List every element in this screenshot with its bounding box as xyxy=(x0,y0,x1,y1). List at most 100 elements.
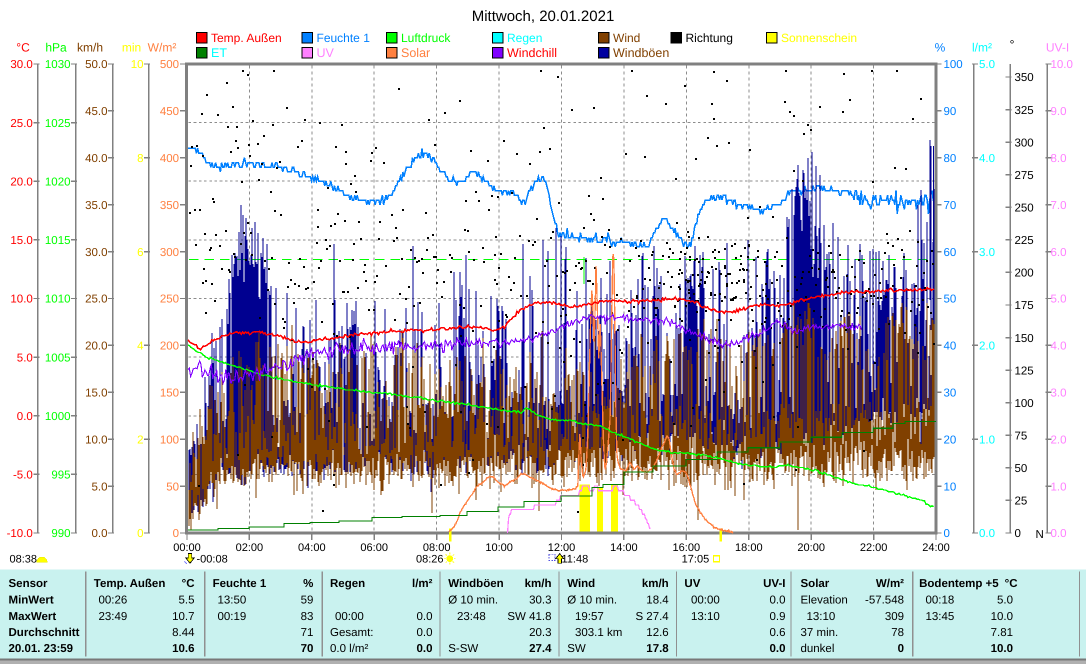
svg-text:Solar: Solar xyxy=(801,578,830,590)
svg-text:MinWert: MinWert xyxy=(9,595,54,607)
svg-text:20: 20 xyxy=(944,434,957,446)
svg-text:5.0: 5.0 xyxy=(979,59,995,71)
svg-text:Gesamt:: Gesamt: xyxy=(330,627,373,639)
svg-text:Richtung: Richtung xyxy=(686,31,733,45)
svg-text:10.6: 10.6 xyxy=(172,643,194,655)
svg-text:00:00: 00:00 xyxy=(335,611,364,623)
svg-text:13:10: 13:10 xyxy=(807,611,836,623)
svg-text:0: 0 xyxy=(944,528,950,540)
svg-text:30.3: 30.3 xyxy=(529,595,551,607)
svg-text:1025: 1025 xyxy=(45,118,71,130)
svg-text:MaxWert: MaxWert xyxy=(9,611,57,623)
svg-text:4.0: 4.0 xyxy=(1051,341,1067,353)
svg-text:18.4: 18.4 xyxy=(646,595,669,607)
svg-text:70: 70 xyxy=(944,200,957,212)
svg-text:18:00: 18:00 xyxy=(735,542,763,554)
svg-text:0.0: 0.0 xyxy=(417,643,433,655)
svg-text:23:48: 23:48 xyxy=(457,611,486,623)
svg-text:9.0: 9.0 xyxy=(1051,106,1067,118)
svg-text:Bodentemp +5: Bodentemp +5 xyxy=(919,578,999,590)
svg-text:5.0: 5.0 xyxy=(92,481,108,493)
svg-text:150: 150 xyxy=(1015,333,1034,345)
svg-text:13:50: 13:50 xyxy=(218,595,247,607)
svg-text:100: 100 xyxy=(160,434,179,446)
svg-text:Windböen: Windböen xyxy=(448,578,503,590)
svg-text:Feuchte 1: Feuchte 1 xyxy=(213,578,267,590)
svg-text:3.0: 3.0 xyxy=(979,247,995,259)
svg-text:0: 0 xyxy=(1015,528,1021,540)
svg-text:40: 40 xyxy=(944,341,957,353)
svg-text:08:26: 08:26 xyxy=(416,554,444,566)
svg-text:km/h: km/h xyxy=(525,578,552,590)
svg-text:hPa: hPa xyxy=(45,41,67,55)
svg-text:0: 0 xyxy=(137,528,143,540)
svg-text:275: 275 xyxy=(1015,170,1034,182)
svg-text:75: 75 xyxy=(1015,431,1028,443)
svg-text:0.0: 0.0 xyxy=(979,528,995,540)
svg-text:350: 350 xyxy=(160,200,179,212)
svg-text:Sonnenschein: Sonnenschein xyxy=(781,31,857,45)
svg-text:Wind: Wind xyxy=(613,31,640,45)
svg-text:25.0: 25.0 xyxy=(85,294,107,306)
svg-text:83: 83 xyxy=(301,611,314,623)
svg-text:20.0: 20.0 xyxy=(85,341,107,353)
svg-text:SW 41.8: SW 41.8 xyxy=(507,611,551,623)
svg-text:0.0: 0.0 xyxy=(417,611,433,623)
svg-text:1000: 1000 xyxy=(45,411,71,423)
svg-text:20.3: 20.3 xyxy=(529,627,551,639)
svg-text:2.0: 2.0 xyxy=(1051,434,1067,446)
svg-text:15.0: 15.0 xyxy=(10,235,32,247)
svg-text:Luftdruck: Luftdruck xyxy=(401,31,451,45)
svg-text:SW: SW xyxy=(567,643,586,655)
svg-text:Ø 10 min.: Ø 10 min. xyxy=(567,595,617,607)
svg-text:Wind: Wind xyxy=(567,578,595,590)
svg-text:100: 100 xyxy=(944,59,963,71)
svg-text:0.0: 0.0 xyxy=(17,411,33,423)
svg-text:50.0: 50.0 xyxy=(85,59,107,71)
svg-text:02:00: 02:00 xyxy=(236,542,264,554)
svg-text:400: 400 xyxy=(160,153,179,165)
svg-text:300: 300 xyxy=(160,247,179,259)
svg-text:0.0: 0.0 xyxy=(92,528,108,540)
svg-text:200: 200 xyxy=(1015,268,1034,280)
svg-text:2.0: 2.0 xyxy=(979,341,995,353)
svg-text:990: 990 xyxy=(51,528,70,540)
svg-text:Durchschnitt: Durchschnitt xyxy=(9,627,80,639)
svg-text:71: 71 xyxy=(301,627,314,639)
svg-text:22:00: 22:00 xyxy=(860,542,888,554)
svg-text:UV-I: UV-I xyxy=(763,578,785,590)
svg-text:0.0: 0.0 xyxy=(1051,528,1067,540)
svg-text:0: 0 xyxy=(898,643,904,655)
svg-text:250: 250 xyxy=(160,294,179,306)
svg-text:1.0: 1.0 xyxy=(1051,481,1067,493)
svg-text:150: 150 xyxy=(160,388,179,400)
svg-text:N: N xyxy=(1036,529,1044,541)
svg-text:309: 309 xyxy=(885,611,904,623)
svg-text:06:00: 06:00 xyxy=(360,542,388,554)
svg-text:60: 60 xyxy=(944,247,957,259)
svg-text:Windchill: Windchill xyxy=(507,46,557,60)
svg-text:ET: ET xyxy=(211,46,227,60)
svg-text:Feuchte 1: Feuchte 1 xyxy=(317,31,371,45)
svg-text:30.0: 30.0 xyxy=(85,247,107,259)
svg-text:225: 225 xyxy=(1015,235,1034,247)
svg-text:dunkel: dunkel xyxy=(801,643,835,655)
svg-text:70: 70 xyxy=(301,643,314,655)
svg-text:S 27.4: S 27.4 xyxy=(635,611,669,623)
svg-text:325: 325 xyxy=(1015,105,1034,117)
svg-text:3.0: 3.0 xyxy=(1051,388,1067,400)
svg-text:%: % xyxy=(935,41,946,55)
svg-text:10:00: 10:00 xyxy=(485,542,513,554)
svg-text:1.0: 1.0 xyxy=(979,434,995,446)
svg-text:km/h: km/h xyxy=(77,41,103,55)
svg-text:10.0: 10.0 xyxy=(85,434,107,446)
svg-text:30.0: 30.0 xyxy=(10,59,32,71)
svg-text:Elevation: Elevation xyxy=(801,595,848,607)
svg-text:100: 100 xyxy=(1015,398,1034,410)
svg-text:995: 995 xyxy=(51,470,70,482)
svg-text:12:00: 12:00 xyxy=(548,542,576,554)
svg-text:16:00: 16:00 xyxy=(673,542,701,554)
svg-text:450: 450 xyxy=(160,106,179,118)
svg-text:-5.0: -5.0 xyxy=(13,470,33,482)
svg-text:1015: 1015 xyxy=(45,235,71,247)
